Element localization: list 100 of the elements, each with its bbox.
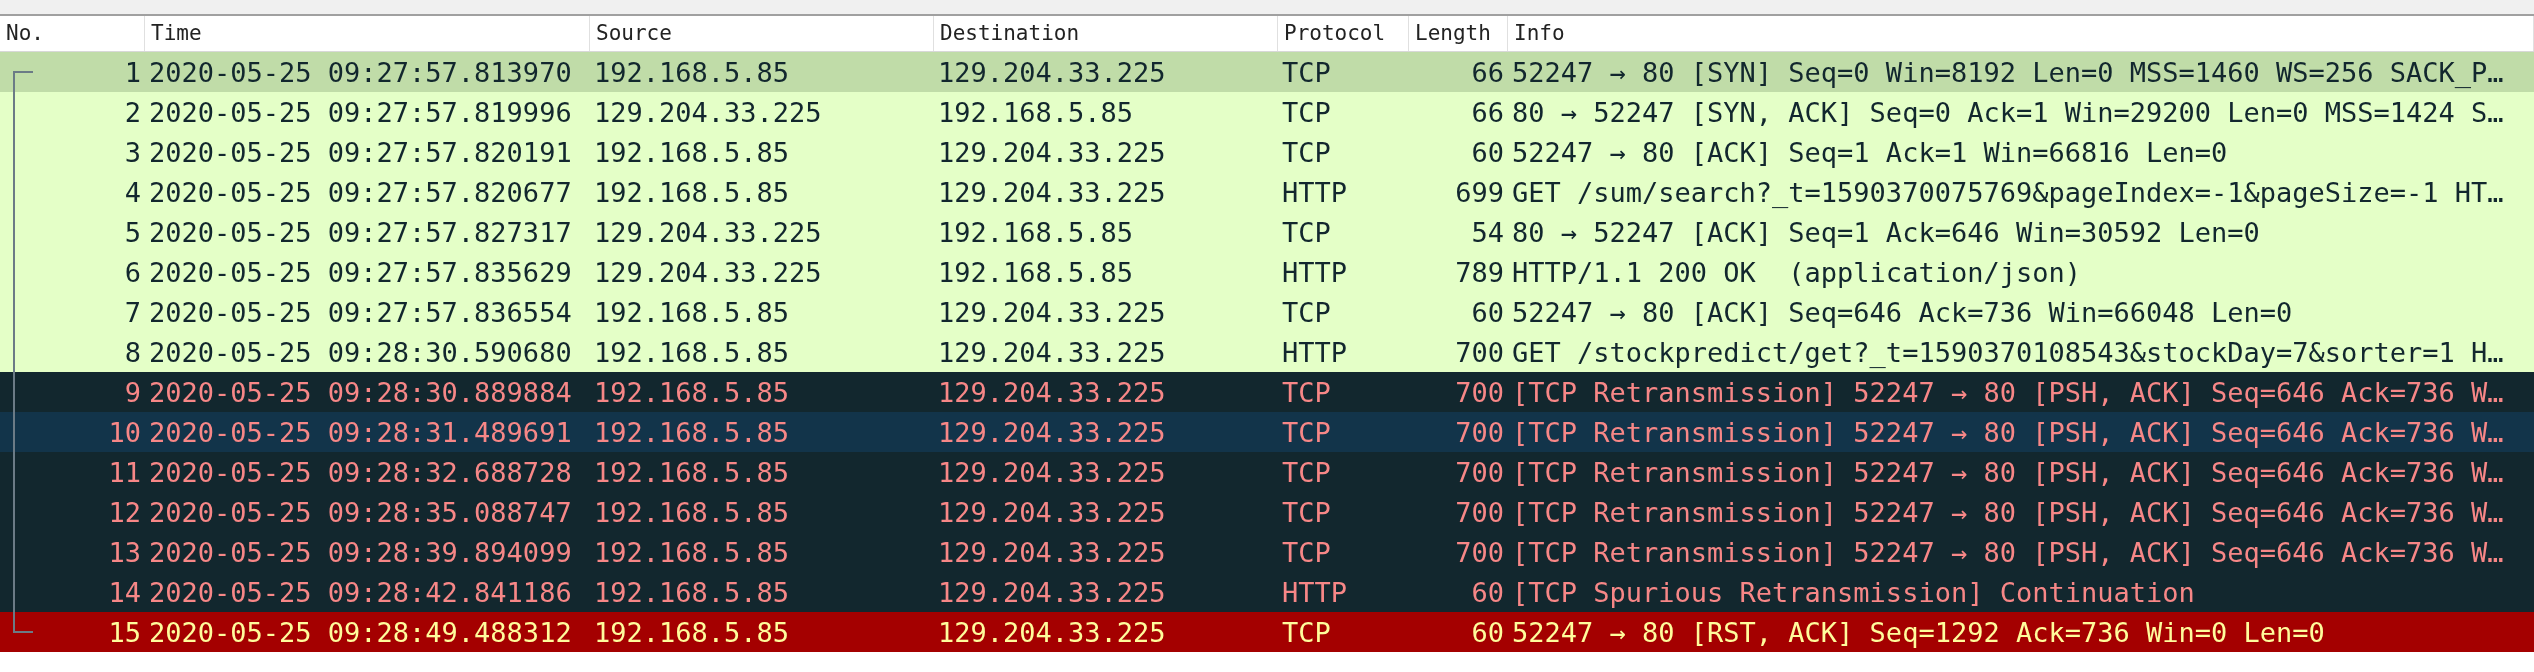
- table-cell: 129.204.33.225: [938, 418, 1166, 446]
- table-cell: 2020-05-25 09:28:35.088747: [149, 498, 572, 526]
- table-cell: 129.204.33.225: [938, 458, 1166, 486]
- table-cell: 54: [1471, 218, 1504, 246]
- column-header[interactable]: Length: [1409, 16, 1508, 51]
- table-cell: 129.204.33.225: [594, 258, 822, 286]
- table-cell: 192.168.5.85: [594, 618, 790, 646]
- table-cell: 8: [124, 338, 141, 366]
- table-cell: 129.204.33.225: [938, 578, 1166, 606]
- table-cell: TCP: [1282, 58, 1331, 86]
- packet-row[interactable]: 5 2020-05-25 09:27:57.827317 129.204.33.225 192.168.5.85 TCP 54 80 → 52247 [ACK] Seq=1 Ack=646 Win=30592 Len=0: [0, 212, 2534, 252]
- table-cell: 60: [1471, 298, 1504, 326]
- table-cell: 2020-05-25 09:28:49.488312: [149, 618, 572, 646]
- table-cell: 15: [108, 618, 141, 646]
- table-cell: HTTP: [1282, 578, 1348, 606]
- table-cell: 1: [124, 58, 141, 86]
- packet-row[interactable]: 13 2020-05-25 09:28:39.894099 192.168.5.85 129.204.33.225 TCP 700 [TCP Retransmission] 52247 → 80 [PSH, ACK] Seq=646 Ack=736 W…: [0, 532, 2534, 572]
- column-header[interactable]: Source: [590, 16, 934, 51]
- table-cell: 2020-05-25 09:28:39.894099: [149, 538, 572, 566]
- table-cell: 80 → 52247 [SYN, ACK] Seq=0 Ack=1 Win=29200 Len=0 MSS=1424 S…: [1512, 98, 2504, 126]
- packet-row[interactable]: 15 2020-05-25 09:28:49.488312 192.168.5.85 129.204.33.225 TCP 60 52247 → 80 [RST, ACK] Seq=1292 Ack=736 Win=0 Len=0: [0, 612, 2534, 652]
- table-cell: HTTP: [1282, 338, 1348, 366]
- packet-row[interactable]: 4 2020-05-25 09:27:57.820677 192.168.5.85 129.204.33.225 HTTP 699 GET /sum/search?_t=1590370075769&pageIndex=-1&pageSize=-1 HT…: [0, 172, 2534, 212]
- table-cell: 7: [124, 298, 141, 326]
- table-cell: 2: [124, 98, 141, 126]
- table-cell: TCP: [1282, 618, 1331, 646]
- table-cell: 192.168.5.85: [594, 418, 790, 446]
- table-cell: 129.204.33.225: [938, 618, 1166, 646]
- table-cell: 2020-05-25 09:27:57.836554: [149, 298, 572, 326]
- packet-row[interactable]: 6 2020-05-25 09:27:57.835629 129.204.33.225 192.168.5.85 HTTP 789 HTTP/1.1 200 OK (application/json): [0, 252, 2534, 292]
- table-cell: 192.168.5.85: [594, 58, 790, 86]
- table-cell: 699: [1455, 178, 1504, 206]
- table-cell: [TCP Retransmission] 52247 → 80 [PSH, ACK] Seq=646 Ack=736 W…: [1512, 418, 2504, 446]
- table-cell: 2020-05-25 09:27:57.819996: [149, 98, 572, 126]
- table-cell: 11: [108, 458, 141, 486]
- table-cell: 700: [1455, 498, 1504, 526]
- table-cell: 129.204.33.225: [938, 378, 1166, 406]
- table-cell: 192.168.5.85: [594, 298, 790, 326]
- table-cell: 129.204.33.225: [938, 298, 1166, 326]
- table-cell: TCP: [1282, 498, 1331, 526]
- table-cell: 60: [1471, 138, 1504, 166]
- column-header[interactable]: No.: [0, 16, 145, 51]
- packet-row[interactable]: 3 2020-05-25 09:27:57.820191 192.168.5.85 129.204.33.225 TCP 60 52247 → 80 [ACK] Seq=1 Ack=1 Win=66816 Len=0: [0, 132, 2534, 172]
- table-cell: GET /stockpredict/get?_t=1590370108543&stockDay=7&sorter=1 H…: [1512, 338, 2504, 366]
- table-cell: 192.168.5.85: [594, 378, 790, 406]
- packet-row[interactable]: 10 2020-05-25 09:28:31.489691 192.168.5.85 129.204.33.225 TCP 700 [TCP Retransmission] 52247 → 80 [PSH, ACK] Seq=646 Ack=736 W…: [0, 412, 2534, 452]
- table-cell: [TCP Retransmission] 52247 → 80 [PSH, ACK] Seq=646 Ack=736 W…: [1512, 538, 2504, 566]
- table-cell: TCP: [1282, 218, 1331, 246]
- table-cell: GET /sum/search?_t=1590370075769&pageIndex=-1&pageSize=-1 HT…: [1512, 178, 2504, 206]
- packet-row[interactable]: 7 2020-05-25 09:27:57.836554 192.168.5.85 129.204.33.225 TCP 60 52247 → 80 [ACK] Seq=646 Ack=736 Win=66048 Len=0: [0, 292, 2534, 332]
- table-cell: 700: [1455, 538, 1504, 566]
- table-cell: 192.168.5.85: [938, 258, 1134, 286]
- table-cell: 2020-05-25 09:28:30.590680: [149, 338, 572, 366]
- table-cell: 52247 → 80 [ACK] Seq=1 Ack=1 Win=66816 Len=0: [1512, 138, 2228, 166]
- packet-row[interactable]: 9 2020-05-25 09:28:30.889884 192.168.5.85 129.204.33.225 TCP 700 [TCP Retransmission] 52247 → 80 [PSH, ACK] Seq=646 Ack=736 W…: [0, 372, 2534, 412]
- table-cell: 2020-05-25 09:27:57.820677: [149, 178, 572, 206]
- packet-row[interactable]: 8 2020-05-25 09:28:30.590680 192.168.5.85 129.204.33.225 HTTP 700 GET /stockpredict/get?_t=1590370108543&stockDay=7&sorter=1 H…: [0, 332, 2534, 372]
- table-cell: [TCP Retransmission] 52247 → 80 [PSH, ACK] Seq=646 Ack=736 W…: [1512, 378, 2504, 406]
- table-cell: 129.204.33.225: [938, 498, 1166, 526]
- table-cell: 129.204.33.225: [594, 98, 822, 126]
- packet-row[interactable]: 11 2020-05-25 09:28:32.688728 192.168.5.85 129.204.33.225 TCP 700 [TCP Retransmission] 52247 → 80 [PSH, ACK] Seq=646 Ack=736 W…: [0, 452, 2534, 492]
- table-cell: 3: [124, 138, 141, 166]
- column-header[interactable]: Destination: [934, 16, 1278, 51]
- table-cell: 12: [108, 498, 141, 526]
- table-cell: 700: [1455, 338, 1504, 366]
- table-cell: 60: [1471, 578, 1504, 606]
- packet-row[interactable]: 2 2020-05-25 09:27:57.819996 129.204.33.225 192.168.5.85 TCP 66 80 → 52247 [SYN, ACK] Seq=0 Ack=1 Win=29200 Len=0 MSS=1424 S…: [0, 92, 2534, 132]
- column-header[interactable]: Protocol: [1278, 16, 1409, 51]
- table-cell: 129.204.33.225: [938, 138, 1166, 166]
- table-cell: 129.204.33.225: [938, 58, 1166, 86]
- table-cell: TCP: [1282, 98, 1331, 126]
- table-cell: 129.204.33.225: [938, 178, 1166, 206]
- table-cell: 700: [1455, 418, 1504, 446]
- table-cell: TCP: [1282, 458, 1331, 486]
- packet-row[interactable]: 12 2020-05-25 09:28:35.088747 192.168.5.85 129.204.33.225 TCP 700 [TCP Retransmission] 52247 → 80 [PSH, ACK] Seq=646 Ack=736 W…: [0, 492, 2534, 532]
- table-cell: 129.204.33.225: [938, 538, 1166, 566]
- table-cell: 192.168.5.85: [594, 578, 790, 606]
- column-header[interactable]: Time: [145, 16, 590, 51]
- packet-row[interactable]: 1 2020-05-25 09:27:57.813970 192.168.5.85 129.204.33.225 TCP 66 52247 → 80 [SYN] Seq=0 Win=8192 Len=0 MSS=1460 WS=256 SACK_P…: [0, 52, 2534, 92]
- table-cell: HTTP/1.1 200 OK (application/json): [1512, 258, 2081, 286]
- table-cell: 129.204.33.225: [594, 218, 822, 246]
- table-cell: 2020-05-25 09:27:57.835629: [149, 258, 572, 286]
- table-cell: 789: [1455, 258, 1504, 286]
- table-cell: 192.168.5.85: [938, 218, 1134, 246]
- table-cell: 192.168.5.85: [594, 138, 790, 166]
- table-cell: 192.168.5.85: [594, 458, 790, 486]
- table-cell: 9: [124, 378, 141, 406]
- table-cell: TCP: [1282, 418, 1331, 446]
- table-cell: 192.168.5.85: [594, 538, 790, 566]
- table-cell: [TCP Spurious Retransmission] Continuation: [1512, 578, 2195, 606]
- column-header[interactable]: Info: [1508, 16, 2534, 51]
- table-cell: TCP: [1282, 538, 1331, 566]
- table-cell: 192.168.5.85: [938, 98, 1134, 126]
- table-cell: 66: [1471, 98, 1504, 126]
- packet-row[interactable]: 14 2020-05-25 09:28:42.841186 192.168.5.85 129.204.33.225 HTTP 60 [TCP Spurious Retransmission] Continuation: [0, 572, 2534, 612]
- table-cell: 2020-05-25 09:28:32.688728: [149, 458, 572, 486]
- table-cell: [TCP Retransmission] 52247 → 80 [PSH, ACK] Seq=646 Ack=736 W…: [1512, 498, 2504, 526]
- table-cell: 129.204.33.225: [938, 338, 1166, 366]
- table-cell: 66: [1471, 58, 1504, 86]
- table-cell: 60: [1471, 618, 1504, 646]
